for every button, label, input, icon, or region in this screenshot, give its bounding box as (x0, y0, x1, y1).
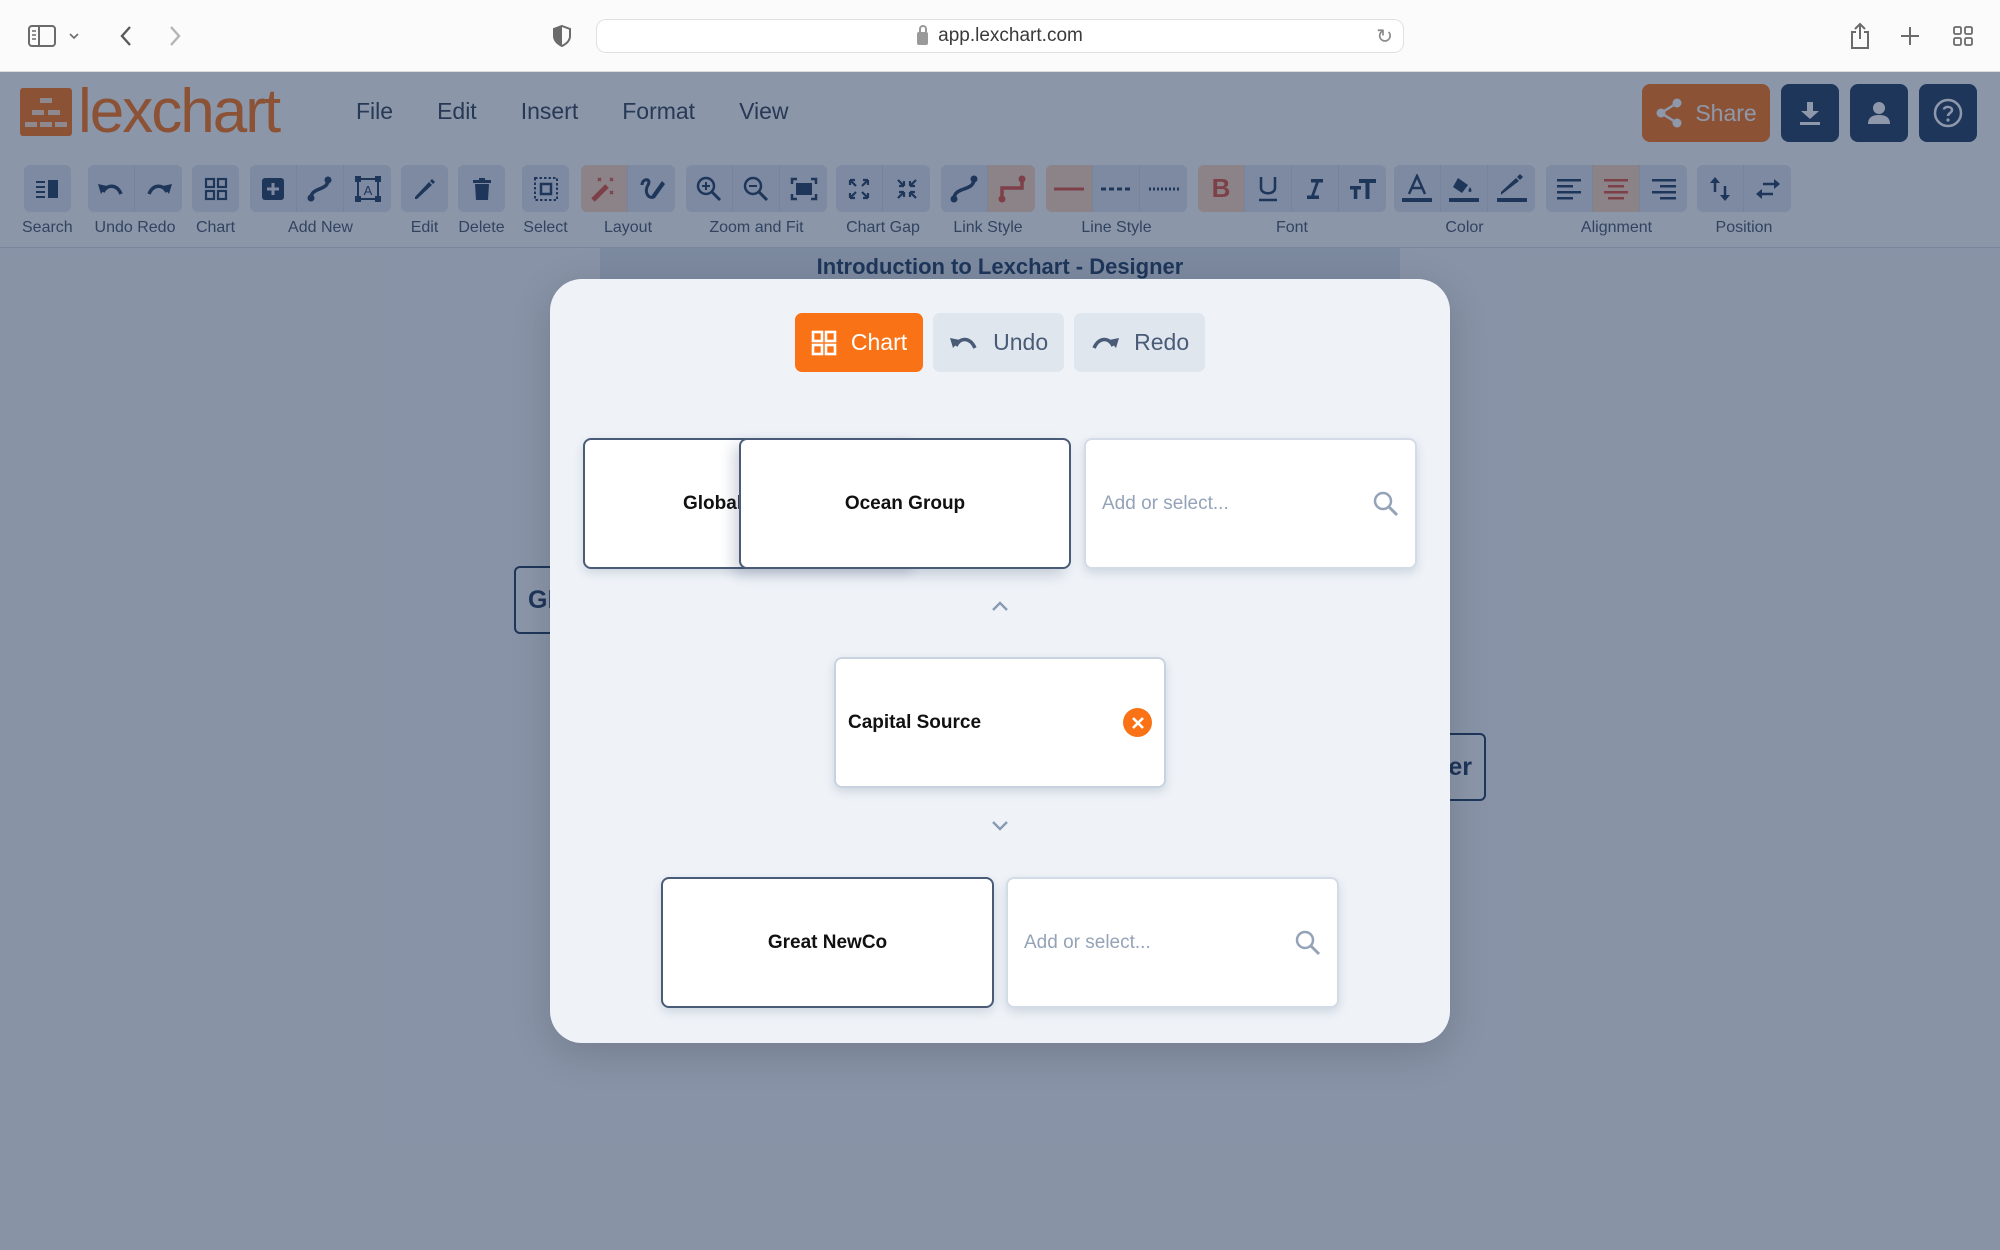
chart-grid-icon (811, 330, 837, 355)
lock-icon (917, 24, 929, 45)
tab-undo[interactable]: Undo (933, 313, 1065, 372)
share-icon[interactable] (1842, 18, 1878, 54)
close-icon (1131, 716, 1144, 729)
new-tab-icon[interactable] (1892, 18, 1928, 54)
search-icon (1373, 491, 1399, 516)
tab-chart-label: Chart (850, 329, 908, 355)
browser-toolbar: app.lexchart.com ↻ (0, 0, 2000, 72)
sidebar-icon[interactable] (24, 18, 60, 54)
parent-card-ocean-group[interactable]: Ocean Group (739, 438, 1071, 569)
tab-undo-label: Undo (993, 329, 1049, 355)
child-search-input[interactable]: Add or select... (1006, 877, 1339, 1008)
tab-redo-label: Redo (1134, 329, 1190, 355)
tab-redo[interactable]: Redo (1074, 313, 1206, 372)
child-card-great-newco[interactable]: Great NewCo (661, 877, 994, 1008)
url-text: app.lexchart.com (938, 25, 1083, 46)
forward-icon[interactable] (157, 18, 193, 54)
search-icon (1295, 930, 1321, 955)
parent-search-input[interactable]: Add or select... (1084, 438, 1417, 569)
tab-chart[interactable]: Chart (794, 313, 924, 372)
chevron-down-icon (991, 819, 1009, 837)
current-entity-label: Capital Source (848, 711, 982, 733)
chevron-down-icon[interactable] (62, 18, 86, 54)
parent-card-label: Global (683, 492, 743, 514)
back-icon[interactable] (108, 18, 144, 54)
address-bar[interactable]: app.lexchart.com ↻ (596, 19, 1404, 53)
redo-icon (1092, 337, 1120, 349)
relationship-editor-modal: Chart Undo Redo Global Ocean Group Add o… (550, 279, 1450, 1043)
tab-overview-icon[interactable] (1945, 18, 1981, 54)
undo-icon (950, 337, 977, 349)
modal-tabs: Chart Undo Redo (550, 313, 1450, 372)
shield-icon[interactable] (544, 18, 580, 54)
parent-search-placeholder: Add or select... (1102, 492, 1229, 514)
chevron-up-icon (991, 599, 1009, 617)
reload-icon[interactable]: ↻ (1376, 24, 1393, 49)
child-search-placeholder: Add or select... (1024, 931, 1151, 953)
remove-entity-button[interactable] (1123, 708, 1152, 737)
current-entity-card[interactable]: Capital Source (834, 657, 1166, 788)
child-card-label: Great NewCo (767, 931, 888, 953)
parent-card-label: Ocean Group (844, 492, 966, 514)
